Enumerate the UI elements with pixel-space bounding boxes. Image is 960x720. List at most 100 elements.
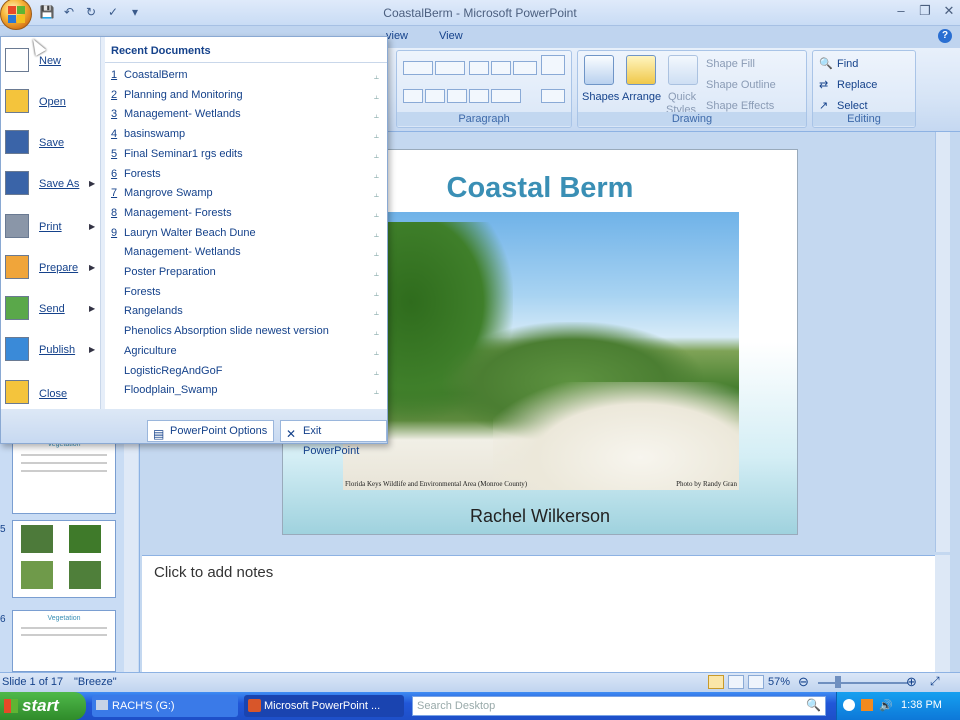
bullets-icon[interactable] bbox=[403, 61, 433, 75]
decrease-indent-icon[interactable] bbox=[469, 61, 489, 75]
zoom-slider-thumb[interactable] bbox=[835, 676, 841, 688]
recent-document-item[interactable]: 4 basinswamp ⫠ bbox=[111, 128, 381, 146]
align-left-icon[interactable] bbox=[403, 89, 423, 103]
pin-icon[interactable]: ⫠ bbox=[374, 209, 379, 220]
smartart-icon[interactable] bbox=[541, 89, 565, 103]
pin-icon[interactable]: ⫠ bbox=[374, 229, 379, 240]
increase-indent-icon[interactable] bbox=[491, 61, 511, 75]
pin-icon[interactable]: ⫠ bbox=[374, 150, 379, 161]
recent-document-item[interactable]: 6 Forests ⫠ bbox=[111, 168, 381, 186]
select-button[interactable]: Select bbox=[837, 100, 868, 112]
notes-scrollbar[interactable] bbox=[935, 555, 950, 672]
pin-icon[interactable]: ⫠ bbox=[374, 288, 379, 299]
recent-document-item[interactable]: 1 CoastalBerm ⫠ bbox=[111, 69, 381, 87]
menu-item-prepare[interactable]: Prepare ▶ bbox=[1, 248, 101, 288]
shape-effects-button[interactable]: Shape Effects bbox=[706, 100, 774, 112]
recent-document-item[interactable]: Phenolics Absorption slide newest versio… bbox=[111, 325, 381, 343]
menu-item-open[interactable]: Open bbox=[1, 82, 101, 122]
minimize-icon[interactable]: – bbox=[894, 3, 908, 19]
powerpoint-options-button[interactable]: ▤ PowerPoint Options bbox=[147, 420, 275, 442]
tab-review[interactable]: view bbox=[386, 30, 408, 42]
text-direction-icon[interactable] bbox=[541, 55, 565, 75]
taskbar-item-drive[interactable]: RACH'S (G:) bbox=[92, 695, 238, 717]
shape-outline-button[interactable]: Shape Outline bbox=[706, 79, 776, 91]
slide-author[interactable]: Rachel Wilkerson bbox=[283, 506, 797, 527]
find-button[interactable]: Find bbox=[837, 58, 858, 70]
help-icon[interactable]: ? bbox=[938, 29, 952, 43]
start-button[interactable]: start bbox=[0, 692, 86, 720]
slide-scrollbar[interactable] bbox=[935, 132, 950, 552]
shapes-icon[interactable] bbox=[584, 55, 614, 85]
pin-icon[interactable]: ⫠ bbox=[374, 71, 379, 82]
pin-icon[interactable]: ⫠ bbox=[374, 307, 379, 318]
recent-document-item[interactable]: Agriculture ⫠ bbox=[111, 345, 381, 363]
menu-item-close[interactable]: Close bbox=[1, 373, 101, 413]
recent-document-item[interactable]: LogisticRegAndGoF ⫠ bbox=[111, 365, 381, 383]
replace-button[interactable]: Replace bbox=[837, 79, 877, 91]
slide-thumbnail[interactable]: Vegetation bbox=[12, 610, 116, 672]
recent-document-item[interactable]: 8 Management- Forests ⫠ bbox=[111, 207, 381, 225]
fit-slide-icon[interactable]: ⤢ bbox=[930, 674, 940, 689]
pin-icon[interactable]: ⫠ bbox=[374, 189, 379, 200]
pin-icon[interactable]: ⫠ bbox=[374, 130, 379, 141]
recent-document-item[interactable]: 2 Planning and Monitoring ⫠ bbox=[111, 89, 381, 107]
pin-icon[interactable]: ⫠ bbox=[374, 367, 379, 378]
pin-icon[interactable]: ⫠ bbox=[374, 170, 379, 181]
pin-icon[interactable]: ⫠ bbox=[374, 347, 379, 358]
arrange-button[interactable]: Arrange bbox=[622, 91, 661, 103]
menu-item-save[interactable]: Save bbox=[1, 123, 101, 163]
recent-document-item[interactable]: 7 Mangrove Swamp ⫠ bbox=[111, 187, 381, 205]
menu-item-new[interactable]: New bbox=[1, 41, 101, 81]
tray-back-icon[interactable] bbox=[843, 699, 855, 711]
menu-item-publish[interactable]: Publish ▶ bbox=[1, 330, 101, 370]
pin-icon[interactable]: ⫠ bbox=[374, 386, 379, 397]
zoom-in-icon[interactable]: ⊕ bbox=[906, 674, 917, 690]
recent-document-item[interactable]: 3 Management- Wetlands ⫠ bbox=[111, 108, 381, 126]
menu-item-print[interactable]: Print ▶ bbox=[1, 207, 101, 247]
slide-sorter-icon[interactable] bbox=[728, 675, 744, 689]
speaker-icon[interactable]: 🔊 bbox=[879, 699, 893, 712]
shapes-button[interactable]: Shapes bbox=[582, 91, 619, 103]
zoom-slider[interactable] bbox=[818, 682, 908, 684]
line-spacing-icon[interactable] bbox=[513, 61, 537, 75]
taskbar-item-powerpoint[interactable]: Microsoft PowerPoint ... bbox=[244, 695, 404, 717]
zoom-level[interactable]: 57% bbox=[768, 676, 790, 688]
quick-styles-line1[interactable]: Quick bbox=[668, 91, 696, 103]
slideshow-icon[interactable] bbox=[748, 675, 764, 689]
coastal-berm-photo[interactable]: Florida Keys Wildlife and Environmental … bbox=[343, 212, 739, 490]
normal-view-icon[interactable] bbox=[708, 675, 724, 689]
desktop-search-input[interactable]: Search Desktop bbox=[412, 696, 826, 716]
shape-fill-button[interactable]: Shape Fill bbox=[706, 58, 755, 70]
slide-thumbnail[interactable] bbox=[12, 520, 116, 598]
tray-app-icon[interactable] bbox=[861, 699, 873, 711]
menu-item-send[interactable]: Send ▶ bbox=[1, 289, 101, 329]
columns-icon[interactable] bbox=[491, 89, 521, 103]
pin-icon[interactable]: ⫠ bbox=[374, 91, 379, 102]
notes-pane[interactable]: Click to add notes bbox=[142, 555, 936, 672]
recent-document-item[interactable]: Rangelands ⫠ bbox=[111, 305, 381, 323]
justify-icon[interactable] bbox=[469, 89, 489, 103]
numbering-icon[interactable] bbox=[435, 61, 465, 75]
notes-placeholder[interactable]: Click to add notes bbox=[154, 564, 273, 581]
restore-icon[interactable]: ❐ bbox=[918, 3, 932, 19]
tab-view[interactable]: View bbox=[439, 30, 463, 42]
recent-document-item[interactable]: Management- Wetlands ⫠ bbox=[111, 246, 381, 264]
align-center-icon[interactable] bbox=[425, 89, 445, 103]
recent-document-item[interactable]: 5 Final Seminar1 rgs edits ⫠ bbox=[111, 148, 381, 166]
recent-document-item[interactable]: Floodplain_Swamp ⫠ bbox=[111, 384, 381, 402]
exit-powerpoint-button[interactable]: ✕ Exit PowerPoint bbox=[280, 420, 387, 457]
pin-icon[interactable]: ⫠ bbox=[374, 268, 379, 279]
arrange-icon[interactable] bbox=[626, 55, 656, 85]
recent-document-item[interactable]: 9 Lauryn Walter Beach Dune ⫠ bbox=[111, 227, 381, 245]
search-icon[interactable]: 🔍 bbox=[806, 698, 821, 712]
slide-thumbnail[interactable]: Vegetation bbox=[12, 438, 116, 514]
quick-styles-icon[interactable] bbox=[668, 55, 698, 85]
align-right-icon[interactable] bbox=[447, 89, 467, 103]
pin-icon[interactable]: ⫠ bbox=[374, 248, 379, 259]
close-icon[interactable]: ✕ bbox=[942, 3, 956, 19]
menu-item-save-as[interactable]: Save As ▶ bbox=[1, 164, 101, 204]
pin-icon[interactable]: ⫠ bbox=[374, 110, 379, 121]
zoom-out-icon[interactable]: ⊖ bbox=[798, 674, 809, 690]
pin-icon[interactable]: ⫠ bbox=[374, 327, 379, 338]
recent-document-item[interactable]: Poster Preparation ⫠ bbox=[111, 266, 381, 284]
